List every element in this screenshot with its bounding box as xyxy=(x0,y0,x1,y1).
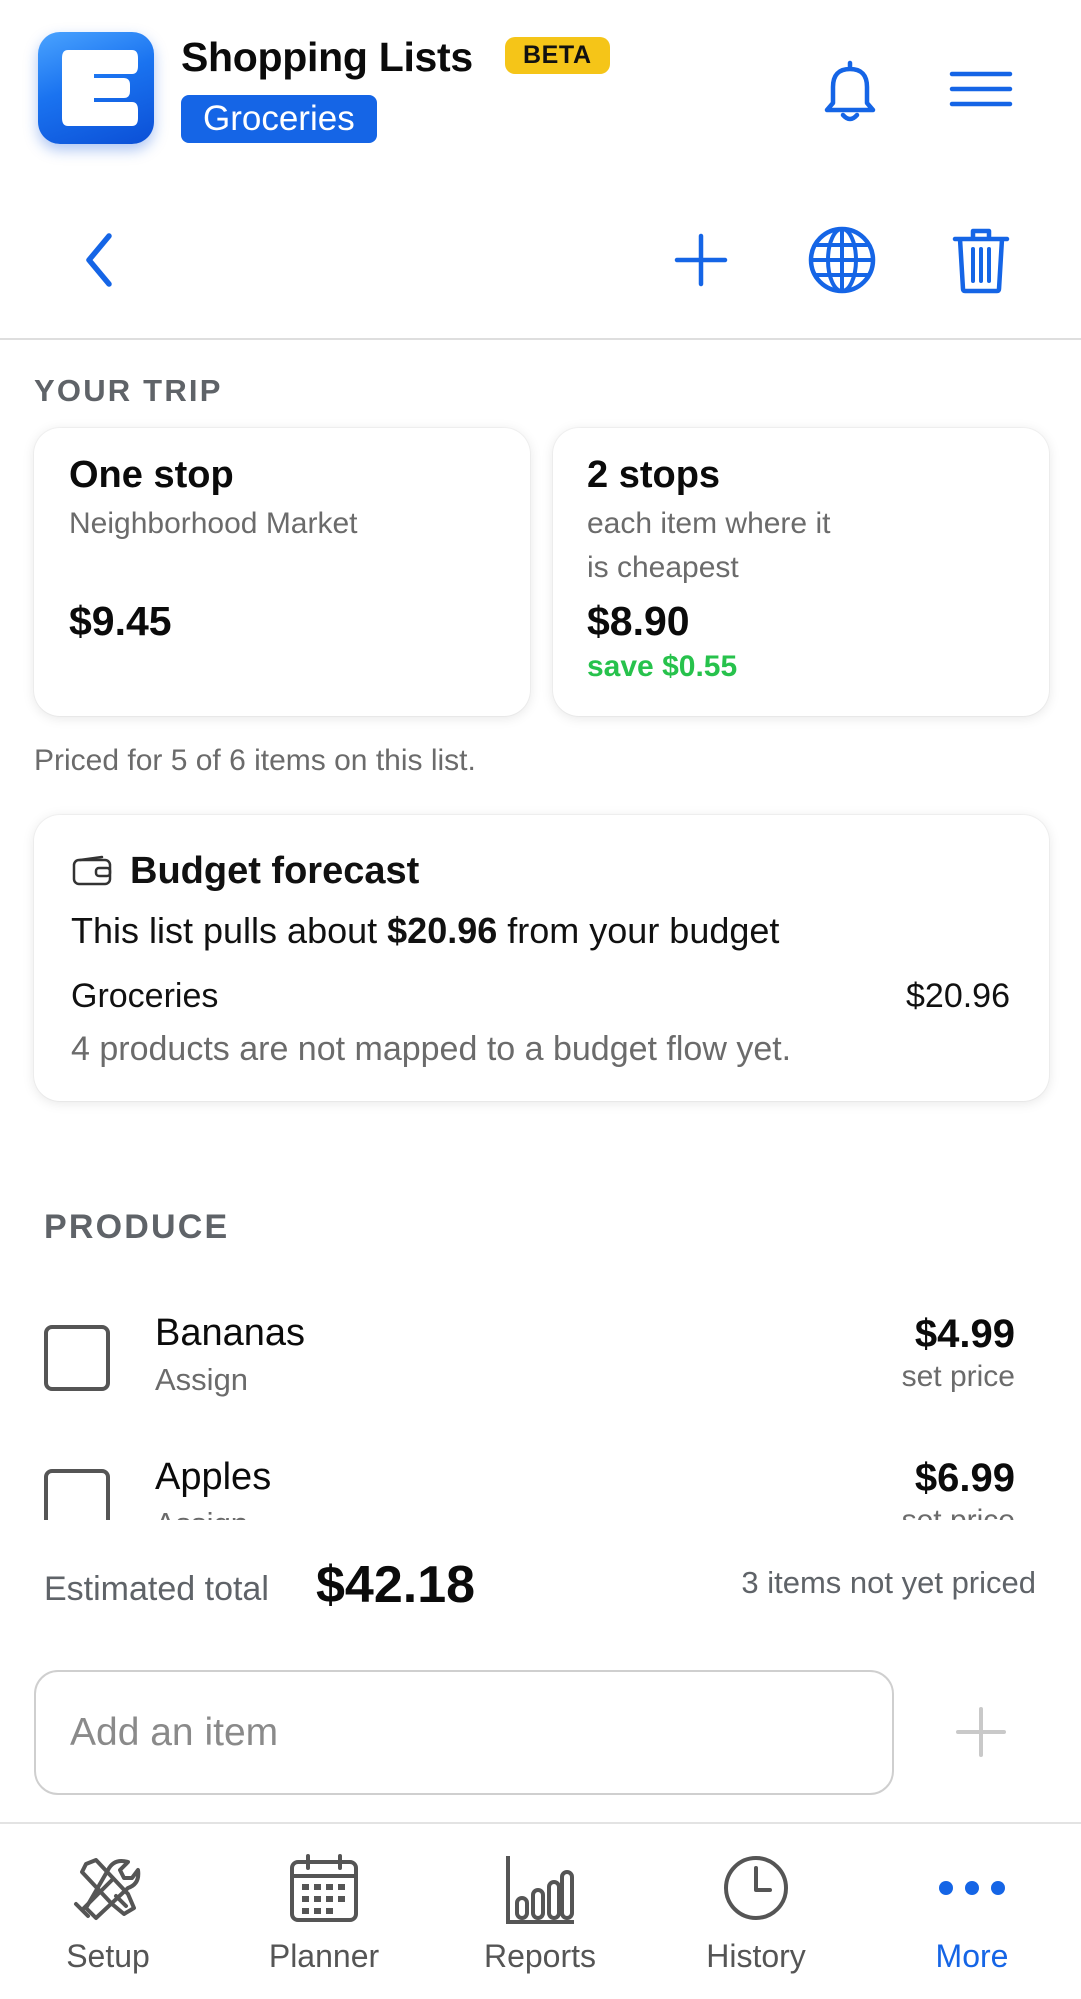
budget-row-name: Groceries xyxy=(71,977,219,1015)
list-name-chip[interactable]: Groceries xyxy=(181,95,377,143)
trash-icon xyxy=(952,228,1010,294)
plus-icon xyxy=(674,233,728,287)
app-header: Shopping Lists BETA Groceries xyxy=(0,0,1081,170)
two-stops-desc-line2: is cheapest xyxy=(587,551,739,584)
item-checkbox[interactable] xyxy=(44,1325,110,1391)
calendar-icon xyxy=(290,1854,358,1922)
budget-line-prefix: This list pulls about xyxy=(71,910,388,951)
item-list: Bananas Assign $4.99 set price Apples As… xyxy=(0,1180,1081,1520)
item-set-price-link[interactable]: set price xyxy=(902,1360,1015,1394)
two-stops-card[interactable]: 2 stops each item where it is cheapest $… xyxy=(553,428,1049,716)
nav-setup[interactable]: Setup xyxy=(0,1824,216,1999)
globe-icon xyxy=(808,226,876,294)
nav-planner[interactable]: Planner xyxy=(216,1824,432,1999)
app-logo xyxy=(38,32,154,144)
estimated-total-value: $42.18 xyxy=(316,1556,476,1614)
delete-button[interactable] xyxy=(941,220,1021,300)
menu-icon xyxy=(949,71,1013,107)
bottom-navigation: Setup Planner Reports History More xyxy=(0,1822,1081,1999)
budget-row-amount: $20.96 xyxy=(906,977,1010,1015)
hamburger-menu-button[interactable] xyxy=(948,60,1016,120)
plus-icon xyxy=(956,1707,1006,1757)
nav-reports[interactable]: Reports xyxy=(432,1824,648,1999)
nav-label: History xyxy=(706,1938,806,1974)
budget-line-amount: $20.96 xyxy=(387,910,498,951)
nav-label: More xyxy=(935,1938,1009,1974)
estimated-total-label: Estimated total xyxy=(44,1570,269,1608)
more-dots-icon xyxy=(939,1881,1005,1895)
two-stops-title: 2 stops xyxy=(587,454,721,496)
chevron-left-icon xyxy=(86,233,112,287)
wallet-icon xyxy=(72,855,112,886)
logo-e-icon xyxy=(62,50,138,126)
nav-history[interactable]: History xyxy=(648,1824,864,1999)
two-stops-desc-line1: each item where it xyxy=(587,507,831,540)
nav-label: Planner xyxy=(268,1938,380,1974)
share-globe-button[interactable] xyxy=(802,220,882,300)
one-stop-card[interactable]: One stop Neighborhood Market $9.45 xyxy=(34,428,530,716)
bar-chart-icon xyxy=(506,1856,574,1924)
add-button[interactable] xyxy=(661,220,741,300)
item-checkbox[interactable] xyxy=(44,1469,110,1520)
item-price[interactable]: $6.99 xyxy=(915,1456,1015,1501)
two-stops-savings: save $0.55 xyxy=(587,650,738,683)
beta-badge: BETA xyxy=(505,37,610,74)
item-name: Bananas xyxy=(155,1312,306,1354)
tools-icon xyxy=(74,1858,141,1920)
add-item-button[interactable] xyxy=(945,1690,1017,1774)
list-toolbar xyxy=(0,200,1081,340)
clock-icon xyxy=(724,1856,788,1920)
item-assign-link[interactable]: Assign xyxy=(155,1506,248,1520)
nav-more[interactable]: More xyxy=(864,1824,1080,1999)
notifications-button[interactable] xyxy=(815,55,885,125)
one-stop-title: One stop xyxy=(69,454,234,496)
list-item[interactable]: Bananas Assign $4.99 set price xyxy=(0,1300,1081,1440)
item-assign-link[interactable]: Assign xyxy=(155,1362,248,1398)
unpriced-items-note: 3 items not yet priced xyxy=(741,1565,1036,1600)
back-button[interactable] xyxy=(60,220,140,300)
budget-unmapped-note: 4 products are not mapped to a budget fl… xyxy=(71,1030,792,1068)
bell-icon xyxy=(824,60,876,122)
add-item-input[interactable] xyxy=(34,1670,894,1795)
nav-label: Setup xyxy=(66,1938,150,1974)
priced-note: Priced for 5 of 6 items on this list. xyxy=(34,744,476,777)
one-stop-store: Neighborhood Market xyxy=(69,507,358,540)
item-price[interactable]: $4.99 xyxy=(915,1312,1015,1357)
budget-forecast-title: Budget forecast xyxy=(130,850,420,892)
app-title: Shopping Lists xyxy=(181,34,473,80)
nav-label: Reports xyxy=(483,1938,597,1974)
budget-line-suffix: from your budget xyxy=(497,910,780,951)
two-stops-price: $8.90 xyxy=(587,598,690,644)
item-set-price-link[interactable]: set price xyxy=(902,1504,1015,1520)
budget-summary: This list pulls about $20.96 from your b… xyxy=(71,910,779,952)
trip-section-label: YOUR TRIP xyxy=(34,373,223,408)
one-stop-price: $9.45 xyxy=(69,598,172,644)
list-item[interactable]: Apples Assign $6.99 set price xyxy=(0,1444,1081,1520)
item-name: Apples xyxy=(155,1456,272,1498)
